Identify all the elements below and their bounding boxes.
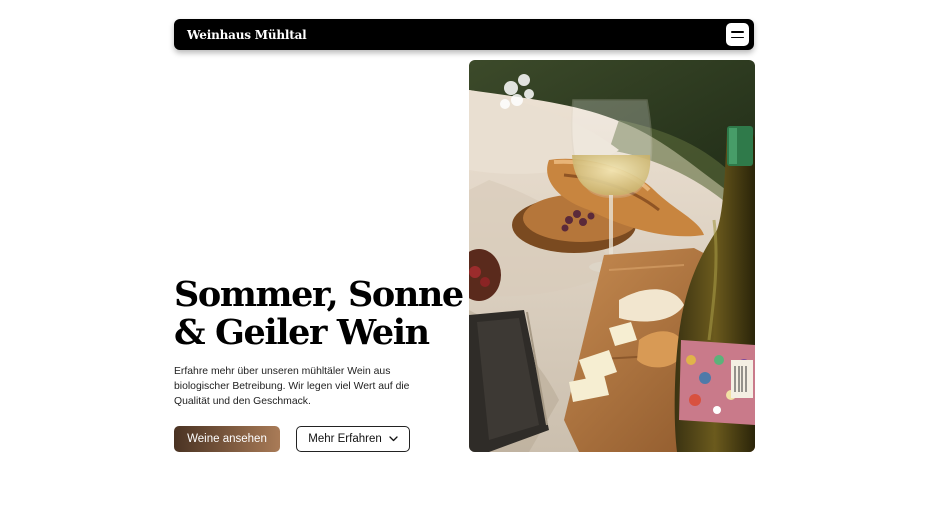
- hamburger-menu-icon-line: [731, 36, 744, 38]
- view-wines-button[interactable]: Weine ansehen: [174, 426, 280, 452]
- picnic-wine-photo: [469, 60, 755, 452]
- hero-description: Erfahre mehr über unseren mühltäler Wein…: [174, 366, 410, 407]
- hero-headline: Sommer, Sonne & Geiler Wein: [174, 276, 464, 352]
- headline-line-2: & Geiler Wein: [174, 312, 430, 353]
- chevron-down-icon: [389, 436, 398, 442]
- hero-image: [469, 60, 755, 452]
- menu-button[interactable]: [726, 23, 749, 46]
- hero-text: Sommer, Sonne & Geiler Wein Erfahre mehr…: [174, 276, 464, 409]
- navbar: Weinhaus Mühltal: [174, 19, 754, 50]
- view-wines-label: Weine ansehen: [187, 433, 267, 445]
- learn-more-label: Mehr Erfahren: [308, 433, 382, 445]
- learn-more-button[interactable]: Mehr Erfahren: [296, 426, 410, 452]
- brand-logo[interactable]: Weinhaus Mühltal: [187, 28, 307, 42]
- headline-line-1: Sommer, Sonne: [174, 274, 464, 315]
- hamburger-menu-icon: [731, 31, 744, 33]
